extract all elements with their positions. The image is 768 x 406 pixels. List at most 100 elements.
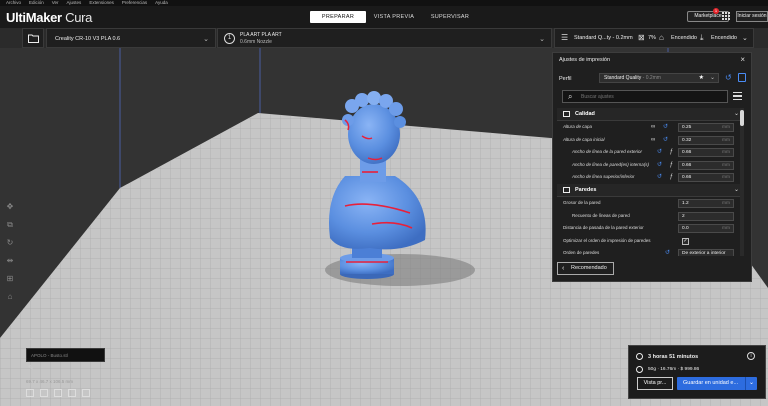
rotate-tool-icon[interactable]: ↻ [4, 234, 16, 252]
setting-row: Optimizar el orden de impresión de pared… [557, 235, 743, 248]
save-to-drive-button[interactable]: Guardar en unidad e... ⌄ [677, 377, 757, 390]
view-left-icon[interactable] [68, 389, 76, 397]
view-right-icon[interactable] [82, 389, 90, 397]
setting-unit: mm [722, 137, 730, 143]
save-profile-icon[interactable] [738, 73, 746, 82]
tab-prepare[interactable]: PREPARAR [310, 11, 366, 23]
support-icon: ⌂ [659, 33, 664, 42]
object-list[interactable]: APOLO - Busto.stl [26, 348, 105, 362]
profile-value: Standard Quality [604, 75, 642, 81]
camera-view-buttons [26, 389, 90, 397]
support-blocker-icon[interactable]: ⌂ [4, 288, 16, 306]
nozzle-size: 0.6mm Nozzle [240, 39, 272, 45]
setting-value-field[interactable]: 2 [678, 211, 734, 221]
settings-visibility-menu-icon[interactable] [733, 92, 742, 102]
scale-tool-icon[interactable]: ⧉ [4, 216, 16, 234]
open-file-button[interactable] [22, 28, 44, 48]
function-reset-icons[interactable]: ↺ ƒ [657, 173, 676, 180]
quality-summary: Standard Q...ty - 0.2mm [574, 35, 633, 41]
edit-pencil-icon[interactable]: ✎ [28, 364, 34, 372]
link-icon[interactable]: ∞ [651, 124, 658, 130]
settings-search[interactable]: ⌕ [562, 90, 728, 103]
setting-row: Recuento de líneas de pared 2 [557, 210, 743, 223]
tab-monitor[interactable]: SUPERVISAR [422, 11, 478, 23]
setting-value-field[interactable]: 1.2 mm [678, 198, 734, 208]
profile-dropdown[interactable]: Standard Quality - 0.2mm ★ ⌄ [599, 73, 719, 83]
category-icon [563, 186, 570, 193]
printer-selector[interactable]: Creality CR-10 V3 PLA 0.6 ⌄ [46, 28, 216, 48]
reset-icon[interactable]: ↺ [665, 249, 673, 256]
setting-row: Ancho de línea superior/inferior ↺ ƒ 0.66 m… [557, 171, 743, 184]
signin-button[interactable]: Iniciar sesión [736, 11, 768, 22]
recommended-button[interactable]: ‹ Recomendado [557, 262, 614, 275]
extruder-icon: 1 [224, 33, 235, 44]
left-toolbar: ✥ ⧉ ↻ ⇹ ⊞ ⌂ [4, 198, 16, 306]
setting-value-field[interactable]: 0.25 mm [678, 123, 734, 132]
favorite-star-icon[interactable]: ★ [699, 74, 704, 82]
apps-grid-icon[interactable] [722, 12, 730, 20]
mirror-tool-icon[interactable]: ⇹ [4, 252, 16, 270]
app-logo: UltiMaker Cura [6, 10, 92, 25]
setting-value-field[interactable]: De exterior a interior [678, 249, 734, 256]
logo-bold: UltiMaker [6, 10, 62, 25]
setting-label: Grosor de la pared [563, 199, 601, 205]
setting-unit: mm [722, 226, 730, 232]
setting-value-field[interactable]: 0.66 mm [678, 160, 734, 170]
view-top-icon[interactable] [54, 389, 62, 397]
collapse-chevron-icon[interactable]: ⌃ [28, 338, 33, 345]
infill-summary: 7% [648, 35, 656, 41]
setting-label: Orden de paredes [563, 250, 600, 256]
setting-row: Ancho de línea de la pared exterior ↺ ƒ 0.… [557, 146, 743, 159]
chevron-down-icon: ⌄ [733, 111, 739, 117]
reset-icon[interactable]: ↺ [657, 162, 665, 168]
reset-icon[interactable]: ↺ [657, 174, 665, 180]
reset-icon[interactable]: ↺ [663, 124, 671, 130]
function-icon[interactable]: ƒ [670, 174, 676, 180]
print-time: 3 horas 51 minutos [648, 354, 699, 360]
function-reset-icons[interactable]: ↺ ƒ [657, 161, 676, 168]
linked-reset-icons[interactable]: ∞ ↺ [651, 123, 671, 130]
settings-category[interactable]: Paredes ⌄ [557, 183, 743, 197]
function-icon[interactable]: ƒ [670, 162, 676, 168]
chevron-down-icon[interactable]: ⌄ [745, 377, 757, 390]
object-name: APOLO - Busto.stl [31, 353, 68, 358]
link-icon[interactable]: ∞ [651, 137, 658, 143]
settings-scrollbar[interactable] [740, 108, 744, 256]
setting-value: 0.25 [682, 125, 692, 130]
tab-preview[interactable]: VISTA PREVIA [366, 11, 422, 23]
info-icon[interactable]: i [747, 352, 755, 360]
per-model-settings-icon[interactable]: ⊞ [4, 270, 16, 288]
save-label: Guardar en unidad e... [683, 380, 739, 386]
setting-value-field[interactable]: 0.32 mm [678, 135, 734, 145]
view-front-icon[interactable] [40, 389, 48, 397]
function-reset-icons[interactable]: ↺ ƒ [657, 148, 676, 155]
infill-icon: ⊠ [638, 33, 645, 42]
close-icon[interactable]: × [740, 55, 745, 64]
search-input[interactable] [581, 93, 721, 101]
setting-row: Altura de capa inicial ∞ ↺ 0.32 mm [557, 134, 743, 147]
setting-value-field[interactable]: 0.66 mm [678, 148, 734, 158]
chevron-down-icon: ⌄ [733, 186, 739, 193]
preview-button[interactable]: Vista pr... [637, 377, 673, 390]
material-selector[interactable]: 1 PLA ART PLA ART 0.6mm Nozzle ⌄ [217, 28, 552, 48]
setting-checkbox[interactable]: ✓ [682, 237, 689, 245]
function-icon[interactable]: ƒ [670, 149, 676, 155]
setting-value-field[interactable]: 0.66 mm [678, 173, 734, 183]
settings-category[interactable]: Calidad ⌄ [557, 108, 743, 121]
logo-light: Cura [61, 10, 93, 25]
spool-icon [636, 366, 643, 373]
adhesion-summary: Encendido [711, 35, 737, 41]
setting-value: 1.2 [682, 200, 689, 206]
folder-icon [28, 34, 39, 43]
setting-value-field[interactable]: 0.0 mm [678, 224, 734, 234]
reset-icon[interactable]: ↺ [657, 149, 665, 155]
reset-icon[interactable]: ↺ [663, 137, 671, 143]
setting-value: 0.66 [682, 175, 692, 181]
view-3d-icon[interactable] [26, 389, 34, 397]
material-name: PLA ART PLA ART [240, 32, 282, 38]
reset-profile-icon[interactable]: ↺ [725, 73, 732, 83]
move-tool-icon[interactable]: ✥ [4, 198, 16, 216]
linked-reset-icons[interactable]: ∞ ↺ [651, 136, 671, 143]
print-settings-selector[interactable]: ☰ Standard Q...ty - 0.2mm ⊠ 7% ⌂ Encendi… [554, 28, 754, 48]
setting-value: 0.32 [682, 137, 692, 143]
